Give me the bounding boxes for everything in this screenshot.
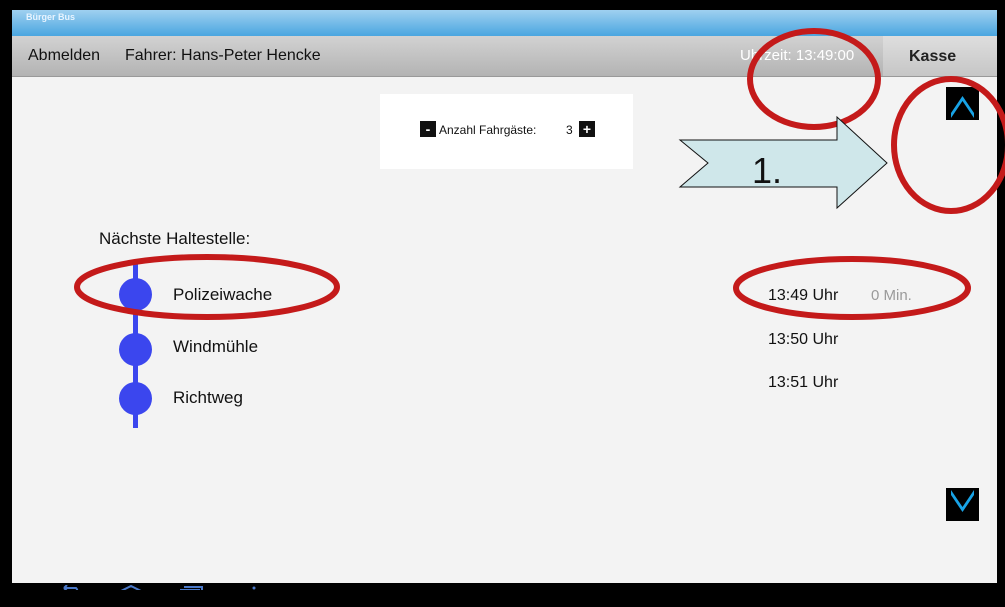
device-frame: Bürger Bus Abmelden Fahrer: Hans-Peter H…: [0, 0, 1005, 607]
stop-time-windmuehle: 13:50 Uhr: [768, 331, 839, 348]
stop-name-richtweg[interactable]: Richtweg: [173, 388, 243, 408]
passenger-count-value: 3: [566, 123, 573, 137]
stop-marker-richtweg: [119, 382, 152, 415]
home-icon[interactable]: [118, 585, 144, 590]
scroll-down-icon: [951, 490, 974, 512]
back-icon[interactable]: [56, 585, 82, 590]
scroll-down-button[interactable]: [946, 488, 979, 521]
stop-time-richtweg: 13:51 Uhr: [768, 374, 839, 391]
driver-name: Fahrer: Hans-Peter Hencke: [125, 47, 321, 64]
stop-marker-windmuehle: [119, 333, 152, 366]
decrease-passengers-button[interactable]: -: [420, 121, 436, 137]
stop-name-polizeiwache[interactable]: Polizeiwache: [173, 285, 272, 305]
stop-marker-polizeiwache: [119, 278, 152, 311]
stop-name-windmuehle[interactable]: Windmühle: [173, 337, 258, 357]
stop-minutes-remaining: 0 Min.: [871, 287, 912, 304]
cash-register-button[interactable]: Kasse: [883, 36, 997, 76]
increase-passengers-button[interactable]: +: [579, 121, 595, 137]
android-navigation-bar: [12, 583, 997, 590]
scroll-up-button[interactable]: [946, 87, 979, 120]
scroll-up-icon: [951, 96, 974, 118]
passenger-count-label: Anzahl Fahrgäste:: [439, 123, 537, 137]
app-titlebar: Bürger Bus: [12, 10, 997, 36]
header-bar: Abmelden Fahrer: Hans-Peter Hencke Uhrze…: [12, 36, 997, 77]
cash-register-label: Kasse: [909, 48, 957, 65]
stop-time-polizeiwache: 13:49 Uhr: [768, 287, 839, 304]
clock-time: Uhrzeit: 13:49:00: [740, 47, 855, 64]
logout-button[interactable]: Abmelden: [28, 47, 100, 65]
recent-apps-icon[interactable]: [178, 585, 204, 590]
app-screen: Bürger Bus Abmelden Fahrer: Hans-Peter H…: [12, 10, 997, 590]
next-stop-heading: Nächste Haltestelle:: [99, 229, 251, 248]
menu-icon[interactable]: [250, 585, 258, 590]
app-title: Bürger Bus: [26, 12, 76, 22]
passenger-counter: - Anzahl Fahrgäste: 3 +: [380, 94, 633, 169]
